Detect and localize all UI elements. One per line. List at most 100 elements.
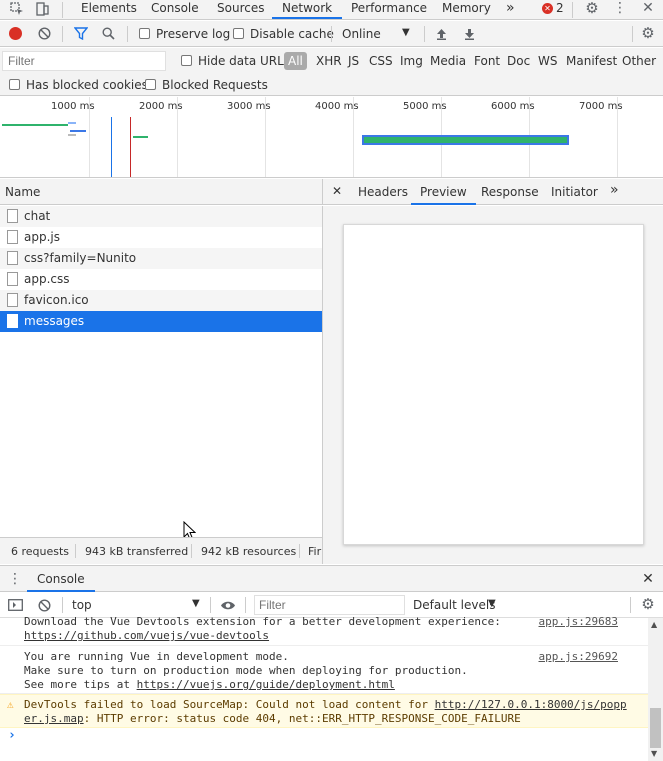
type-filter-manifest[interactable]: Manifest bbox=[566, 54, 617, 68]
log-levels-select[interactable]: Default levels bbox=[413, 598, 495, 612]
request-name: css?family=Nunito bbox=[24, 251, 137, 265]
type-filter-ws[interactable]: WS bbox=[538, 54, 557, 68]
message-link[interactable]: https://github.com/vuejs/vue-devtools bbox=[24, 629, 269, 642]
console-filter-input[interactable] bbox=[254, 595, 405, 615]
live-expression-eye-icon[interactable] bbox=[219, 597, 237, 613]
import-har-icon[interactable] bbox=[434, 26, 449, 41]
request-row[interactable]: app.css bbox=[0, 269, 322, 290]
timeline-bar bbox=[362, 135, 569, 145]
request-count: 6 requests bbox=[11, 545, 70, 558]
drawer-header: ⋮ Console ✕ bbox=[0, 565, 663, 592]
message-text: Download the Vue Devtools extension for … bbox=[24, 615, 501, 628]
network-overview-timeline[interactable]: 1000 ms 2000 ms 3000 ms 4000 ms 5000 ms … bbox=[0, 97, 663, 178]
type-filter-media[interactable]: Media bbox=[430, 54, 466, 68]
request-row-selected[interactable]: messages bbox=[0, 311, 322, 332]
close-detail-icon[interactable]: ✕ bbox=[331, 184, 343, 198]
close-drawer-icon[interactable]: ✕ bbox=[641, 571, 655, 587]
console-prompt-icon[interactable]: › bbox=[8, 728, 16, 743]
type-filter-js[interactable]: JS bbox=[348, 54, 359, 68]
type-filter-other[interactable]: Other bbox=[622, 54, 656, 68]
disable-cache-label: Disable cache bbox=[250, 27, 334, 41]
clear-icon[interactable] bbox=[37, 26, 52, 41]
warning-link[interactable]: http://127.0.0.1:8000/js/popp bbox=[435, 698, 627, 711]
request-row[interactable]: favicon.ico bbox=[0, 290, 322, 311]
network-status-bar: 6 requests 943 kB transferred 942 kB res… bbox=[0, 537, 323, 564]
clear-console-icon[interactable] bbox=[37, 598, 52, 613]
error-counter[interactable]: ✕ 2 bbox=[542, 1, 564, 15]
type-filter-all[interactable]: All bbox=[284, 52, 307, 70]
tab-initiator[interactable]: Initiator bbox=[551, 185, 598, 199]
type-filter-font[interactable]: Font bbox=[474, 54, 500, 68]
tab-network[interactable]: Network bbox=[272, 0, 343, 19]
blocked-requests-label: Blocked Requests bbox=[162, 78, 268, 92]
search-icon[interactable] bbox=[101, 26, 116, 41]
request-row[interactable]: css?family=Nunito bbox=[0, 248, 322, 269]
hide-data-urls-checkbox[interactable] bbox=[181, 55, 192, 66]
message-source-link[interactable]: app.js:29692 bbox=[539, 650, 618, 663]
preserve-log-label: Preserve log bbox=[156, 27, 231, 41]
network-settings-gear-icon[interactable]: ⚙ bbox=[640, 24, 656, 42]
blocked-requests-checkbox[interactable] bbox=[145, 79, 156, 90]
request-row[interactable]: app.js bbox=[0, 227, 322, 248]
tick-label: 4000 ms bbox=[315, 101, 359, 112]
divider bbox=[632, 26, 633, 42]
type-filter-xhr[interactable]: XHR bbox=[316, 54, 342, 68]
drawer-tab-console[interactable]: Console bbox=[27, 572, 95, 592]
filter-bar: Hide data URLs All XHR JS CSS Img Media … bbox=[0, 48, 663, 74]
preview-content bbox=[343, 224, 644, 545]
has-blocked-cookies-checkbox[interactable] bbox=[9, 79, 20, 90]
tab-memory[interactable]: Memory bbox=[442, 0, 491, 19]
settings-gear-icon[interactable]: ⚙ bbox=[584, 0, 600, 17]
tab-response[interactable]: Response bbox=[481, 185, 539, 199]
tab-performance[interactable]: Performance bbox=[351, 0, 427, 19]
request-name: messages bbox=[24, 314, 85, 328]
tab-preview[interactable]: Preview bbox=[411, 185, 476, 205]
message-source-link[interactable]: app.js:29683 bbox=[539, 615, 618, 628]
filter-icon[interactable] bbox=[73, 26, 89, 41]
message-text-line: See more tips at https://vuejs.org/guide… bbox=[24, 678, 395, 691]
preserve-log-checkbox[interactable] bbox=[139, 28, 150, 39]
disable-cache-checkbox[interactable] bbox=[233, 28, 244, 39]
sidebar-toggle-icon[interactable] bbox=[7, 598, 23, 612]
message-text: Make sure to turn on production mode whe… bbox=[24, 664, 468, 677]
column-header-name[interactable]: Name bbox=[5, 185, 40, 199]
scroll-up-arrow-icon[interactable]: ▲ bbox=[651, 620, 657, 629]
tab-elements[interactable]: Elements bbox=[81, 0, 137, 19]
request-row[interactable]: chat bbox=[0, 206, 322, 227]
timeline-bar bbox=[68, 122, 76, 124]
throttling-select[interactable]: Online bbox=[342, 27, 381, 41]
more-tabs-button[interactable]: » bbox=[506, 0, 515, 19]
scroll-down-arrow-icon[interactable]: ▼ bbox=[651, 749, 657, 758]
tab-headers[interactable]: Headers bbox=[358, 185, 408, 199]
console-message: You are running Vue in development mode.… bbox=[0, 646, 648, 694]
tab-console[interactable]: Console bbox=[151, 0, 199, 19]
tick-label: 6000 ms bbox=[491, 101, 535, 112]
message-link[interactable]: https://vuejs.org/guide/deployment.html bbox=[137, 678, 395, 691]
export-har-icon[interactable] bbox=[462, 26, 477, 41]
timeline-bar bbox=[70, 130, 86, 132]
inspect-element-icon[interactable] bbox=[8, 0, 26, 18]
type-filter-img[interactable]: Img bbox=[400, 54, 423, 68]
divider bbox=[299, 544, 300, 558]
record-button[interactable] bbox=[9, 27, 22, 40]
error-icon: ✕ bbox=[542, 2, 553, 14]
message-text: You are running Vue in development mode. bbox=[24, 650, 289, 663]
warning-link[interactable]: er.js.map bbox=[24, 712, 84, 725]
tick-label: 3000 ms bbox=[227, 101, 271, 112]
type-filter-doc[interactable]: Doc bbox=[507, 54, 530, 68]
divider bbox=[62, 2, 63, 18]
console-scroll-thumb[interactable] bbox=[650, 708, 661, 748]
document-icon bbox=[7, 272, 18, 286]
drawer-menu-icon[interactable]: ⋮ bbox=[8, 571, 22, 587]
context-select[interactable]: top bbox=[72, 598, 92, 612]
divider bbox=[127, 26, 128, 42]
filter-input[interactable] bbox=[2, 51, 166, 71]
type-filter-css[interactable]: CSS bbox=[369, 54, 393, 68]
chevron-down-icon: ▼ bbox=[488, 598, 496, 609]
console-settings-gear-icon[interactable]: ⚙ bbox=[640, 595, 656, 613]
tab-sources[interactable]: Sources bbox=[217, 0, 264, 19]
more-detail-tabs-button[interactable]: » bbox=[610, 182, 619, 198]
close-devtools-icon[interactable]: ✕ bbox=[641, 0, 655, 16]
device-toolbar-icon[interactable] bbox=[33, 0, 51, 18]
more-options-icon[interactable]: ⋮ bbox=[613, 0, 627, 16]
